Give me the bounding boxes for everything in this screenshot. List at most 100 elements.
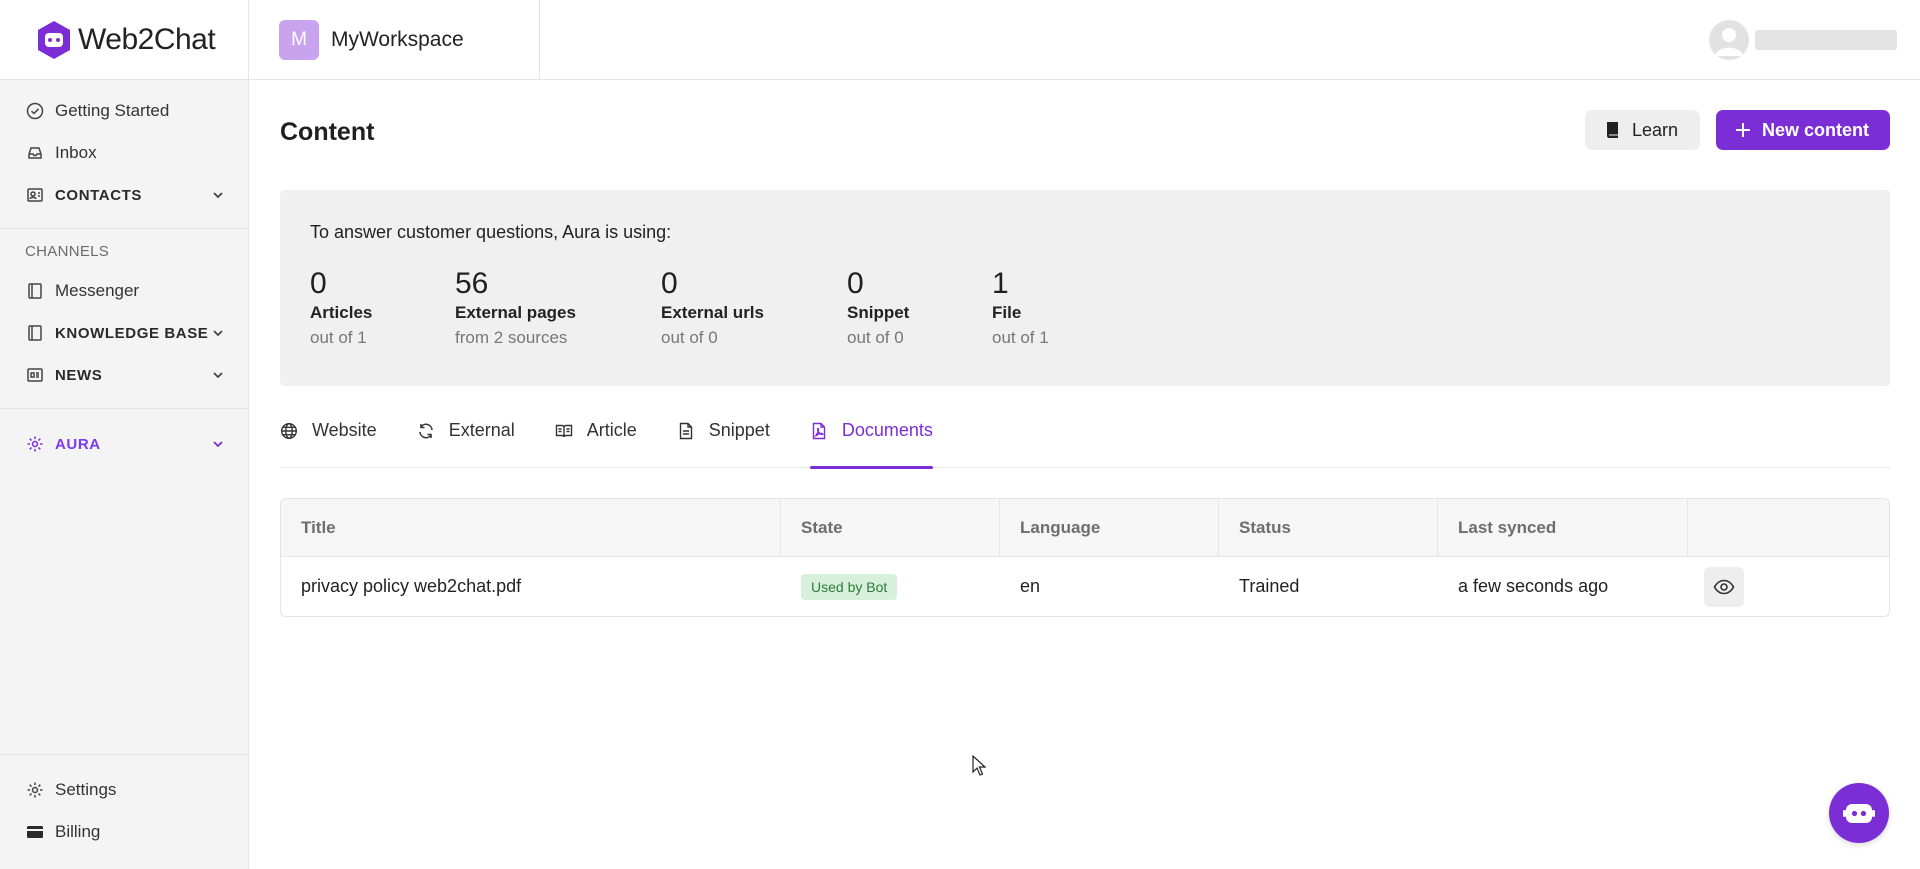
sidebar-item-inbox[interactable]: Inbox — [0, 132, 248, 174]
eye-icon — [1713, 576, 1735, 598]
contacts-icon — [25, 185, 55, 205]
column-header-status[interactable]: Status — [1219, 499, 1438, 556]
new-content-button[interactable]: New content — [1716, 110, 1890, 150]
tab-label: Snippet — [708, 420, 770, 440]
workspace-avatar: M — [279, 20, 319, 60]
stat-value: 1 — [992, 267, 1009, 300]
column-header-last-synced[interactable]: Last synced — [1438, 499, 1688, 556]
topbar: M MyWorkspace — [249, 0, 1920, 80]
sidebar: Web2Chat Getting Started Inbox CONTACTS … — [0, 0, 249, 869]
column-header-language[interactable]: Language — [1000, 499, 1219, 556]
file-icon — [677, 420, 709, 440]
tab-website[interactable]: Website — [280, 416, 377, 468]
mouse-cursor-icon — [972, 755, 986, 777]
bot-icon — [1843, 799, 1875, 827]
column-header-state[interactable]: State — [781, 499, 1000, 556]
chat-launcher-button[interactable] — [1829, 783, 1889, 843]
main-content: Content Learn New content To answer cust… — [280, 80, 1890, 617]
chevron-down-icon — [210, 436, 226, 452]
tab-documents[interactable]: Documents — [809, 416, 933, 469]
stat-label: External urls — [661, 303, 764, 322]
sidebar-item-aura[interactable]: AURA — [0, 423, 248, 465]
tab-article[interactable]: Article — [555, 416, 637, 468]
stat-sub: out of 1 — [310, 328, 367, 347]
logo[interactable]: Web2Chat — [0, 0, 248, 80]
page-header: Content Learn New content — [280, 80, 1890, 180]
summary-intro: To answer customer questions, Aura is us… — [310, 222, 672, 242]
tab-label: Article — [586, 420, 637, 440]
sidebar-item-settings[interactable]: Settings — [0, 769, 248, 811]
sidebar-item-label: Messenger — [55, 281, 140, 300]
learn-button[interactable]: Learn — [1585, 110, 1700, 150]
sidebar-item-label: NEWS — [55, 366, 103, 384]
tab-snippet[interactable]: Snippet — [677, 416, 770, 468]
sidebar-item-label: Billing — [55, 822, 101, 841]
summary-stats: 0 Articles out of 1 56 External pages fr… — [310, 269, 1860, 348]
chevron-down-icon — [210, 367, 226, 383]
tab-external[interactable]: External — [417, 416, 515, 468]
stat-sub: out of 0 — [847, 328, 904, 347]
column-header-actions — [1688, 499, 1889, 556]
sidebar-item-news[interactable]: NEWS — [0, 354, 248, 396]
sidebar-item-label: KNOWLEDGE BASE — [55, 324, 209, 342]
newspaper-icon — [25, 365, 55, 385]
check-circle-icon — [25, 101, 55, 121]
actions-cell — [1688, 566, 1889, 607]
sidebar-item-contacts[interactable]: CONTACTS — [0, 174, 248, 216]
chevron-down-icon — [210, 325, 226, 341]
stat-sub: from 2 sources — [455, 328, 568, 347]
stat-value: 0 — [847, 267, 864, 300]
credit-card-icon — [25, 822, 55, 842]
sidebar-item-getting-started[interactable]: Getting Started — [0, 90, 248, 132]
stat-external-pages: 56 External pages from 2 sources — [455, 269, 621, 348]
nav-group-bottom: Settings Billing — [0, 754, 248, 869]
sidebar-item-messenger[interactable]: Messenger — [0, 270, 248, 312]
user-menu[interactable] — [1709, 20, 1897, 60]
workspace-switcher[interactable]: M MyWorkspace — [249, 0, 540, 80]
tab-label: Documents — [841, 420, 933, 440]
globe-icon — [280, 420, 312, 440]
sidebar-item-billing[interactable]: Billing — [0, 811, 248, 853]
new-content-button-label: New content — [1762, 119, 1870, 140]
sidebar-item-label: AURA — [55, 435, 101, 453]
stat-sub: out of 0 — [661, 328, 718, 347]
content-tabs: Website External Article Snippet Documen… — [280, 416, 1890, 469]
document-title[interactable]: privacy policy web2chat.pdf — [281, 576, 781, 597]
content-summary-panel: To answer customer questions, Aura is us… — [280, 190, 1890, 386]
plus-icon — [1734, 121, 1762, 139]
stat-label: Articles — [310, 303, 373, 322]
learn-button-label: Learn — [1632, 119, 1679, 140]
documents-table: Title State Language Status Last synced … — [280, 498, 1890, 617]
sidebar-item-label: CONTACTS — [55, 186, 143, 204]
status-cell: Trained — [1239, 576, 1300, 596]
sidebar-item-label: Settings — [55, 780, 117, 799]
stat-value: 0 — [310, 267, 327, 300]
stat-label: File — [992, 303, 1022, 322]
sidebar-item-knowledge-base[interactable]: KNOWLEDGE BASE — [0, 312, 248, 354]
last-synced-cell: a few seconds ago — [1458, 576, 1609, 596]
nav-group-aura: AURA — [0, 409, 248, 465]
stat-value: 0 — [661, 267, 678, 300]
state-cell: Used by Bot — [781, 573, 1000, 600]
stat-articles: 0 Articles out of 1 — [310, 269, 415, 348]
table-row[interactable]: privacy policy web2chat.pdf Used by Bot … — [281, 557, 1889, 616]
web2chat-logo-icon — [36, 20, 78, 60]
sidebar-item-label: Getting Started — [55, 101, 170, 120]
stat-sub: out of 1 — [992, 328, 1049, 347]
nav-group-channels: Messenger KNOWLEDGE BASE NEWS — [0, 270, 248, 409]
column-header-title[interactable]: Title — [281, 499, 781, 556]
channels-heading: CHANNELS — [25, 243, 110, 260]
book-icon — [1605, 121, 1632, 139]
logo-text: Web2Chat — [78, 22, 216, 56]
page-title: Content — [280, 118, 375, 146]
gear-icon — [25, 780, 55, 800]
book-icon — [25, 281, 55, 301]
nav-group-main: Getting Started Inbox CONTACTS — [0, 80, 248, 229]
view-document-button[interactable] — [1704, 566, 1744, 607]
refresh-icon — [417, 420, 449, 440]
table-header: Title State Language Status Last synced — [281, 499, 1889, 557]
workspace-name: MyWorkspace — [331, 28, 464, 51]
stat-snippet: 0 Snippet out of 0 — [847, 269, 952, 348]
status-badge: Used by Bot — [801, 573, 898, 600]
open-book-icon — [555, 420, 587, 440]
